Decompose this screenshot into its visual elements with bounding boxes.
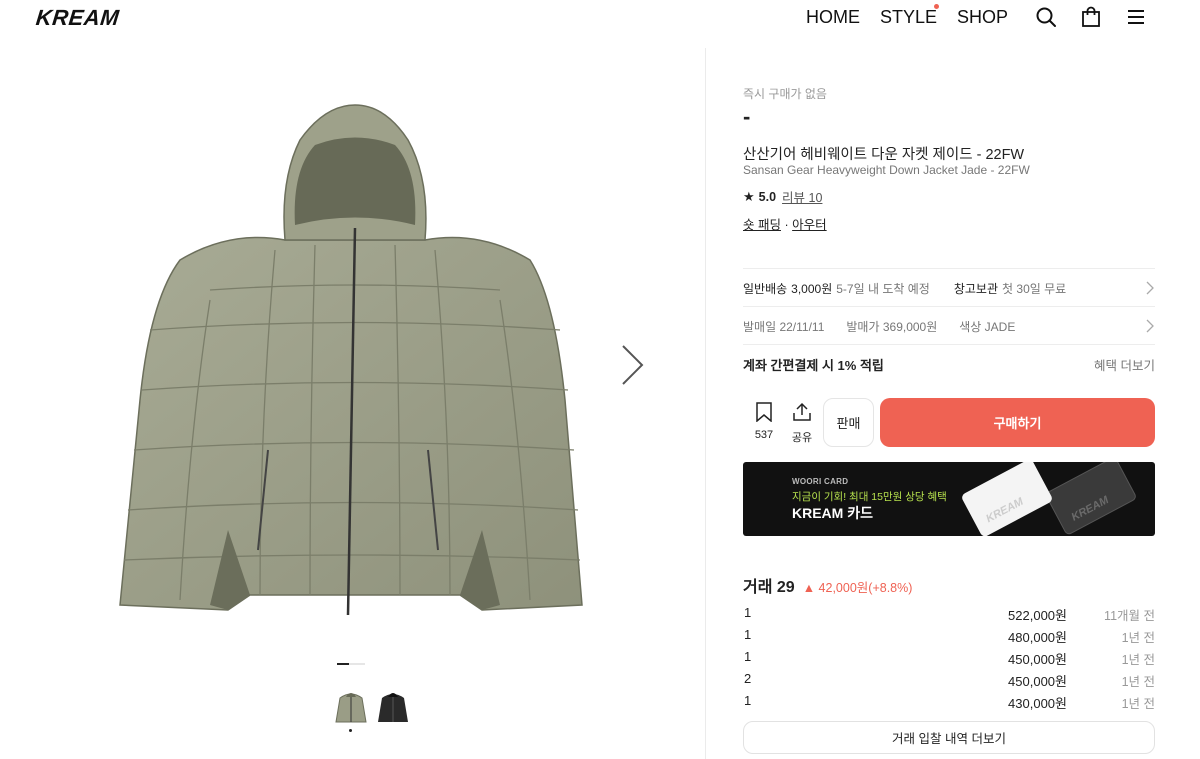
banner-promo-text: 지금이 기회! 최대 15만원 상당 혜택 — [792, 491, 947, 503]
retail-price: 발매가 369,000원 — [846, 319, 938, 334]
share-label: 공유 — [791, 432, 813, 444]
shipping-fee: 3,000원 — [791, 281, 833, 296]
wishlist-button[interactable]: 537 — [748, 402, 780, 446]
triangle-up-icon: ▲ — [802, 581, 816, 595]
trade-price: 450,000원 — [1008, 652, 1067, 667]
instant-price-value: - — [743, 104, 751, 129]
trade-qty: 1 — [744, 627, 752, 642]
trade-qty: 1 — [744, 605, 752, 620]
black-card-image: KREAM — [1044, 462, 1138, 536]
review-link[interactable]: 리뷰 10 — [782, 187, 822, 206]
trade-qty: 1 — [744, 693, 752, 708]
price-change: ▲ 42,000원(+8.8%) — [803, 577, 913, 596]
instant-price-label: 즉시 구매가 없음 — [743, 87, 827, 101]
share-button[interactable]: 공유 — [786, 402, 818, 446]
payment-benefit-row: 계좌 간편결제 시 1% 적립 혜택 더보기 — [743, 345, 1155, 383]
search-icon[interactable] — [1035, 6, 1057, 28]
card-logo-text: KREAM — [1069, 494, 1111, 524]
tag-short-padding[interactable]: 숏 패딩 — [743, 218, 781, 232]
new-indicator-dot — [934, 4, 939, 9]
trade-time: 1년 전 — [1121, 697, 1155, 711]
trade-price: 480,000원 — [1008, 630, 1067, 645]
trade-price: 430,000원 — [1008, 696, 1067, 711]
trade-time: 1년 전 — [1121, 653, 1155, 667]
chevron-right-icon — [1146, 281, 1154, 295]
nav-style[interactable]: STYLE — [880, 7, 937, 28]
share-icon — [793, 402, 811, 421]
nav-home[interactable]: HOME — [806, 7, 860, 28]
olive-jacket-thumbnail[interactable] — [334, 688, 368, 724]
next-image-arrow-icon[interactable] — [618, 343, 646, 387]
trade-qty: 2 — [744, 671, 752, 686]
shipping-eta: 5-7일 내 도착 예정 — [836, 281, 930, 296]
product-image — [119, 104, 583, 616]
trade-price: 450,000원 — [1008, 674, 1067, 689]
buy-button[interactable]: 구매하기 — [880, 398, 1155, 447]
price-change-value: 42,000원(+8.8%) — [818, 581, 913, 595]
thumbnail-selected-dot — [349, 729, 352, 732]
nav-shop[interactable]: SHOP — [957, 7, 1008, 28]
trade-price: 522,000원 — [1008, 608, 1067, 623]
release-date: 발매일 22/11/11 — [743, 319, 825, 334]
storage-label: 창고보관 — [953, 281, 999, 296]
product-title-en: Sansan Gear Heavyweight Down Jacket Jade… — [743, 163, 1030, 177]
trade-row: 1 450,000원 1년 전 — [743, 646, 1155, 668]
bookmark-icon — [756, 402, 772, 423]
trade-row: 1 480,000원 1년 전 — [743, 624, 1155, 646]
trade-qty: 1 — [744, 649, 752, 664]
tag-separator: · — [784, 218, 789, 232]
trade-row: 1 522,000원 11개월 전 — [743, 602, 1155, 624]
payment-promo: 계좌 간편결제 시 1% 적립 — [743, 357, 884, 373]
trade-row: 1 430,000원 1년 전 — [743, 690, 1155, 712]
sell-button[interactable]: 판매 — [823, 398, 874, 447]
kream-logo[interactable]: KREAM — [35, 5, 121, 31]
rating-score: 5.0 — [758, 189, 777, 204]
product-title-ko: 산산기어 헤비웨이트 다운 자켓 제이드 - 22FW — [743, 147, 1025, 163]
trade-header: 거래 29 ▲ 42,000원(+8.8%) — [743, 573, 912, 597]
trade-time: 1년 전 — [1121, 631, 1155, 645]
category-tags: 숏 패딩 · 아우터 — [743, 214, 1155, 233]
benefit-more-link[interactable]: 혜택 더보기 — [1094, 355, 1155, 374]
shipping-info-row[interactable]: 일반배송 3,000원 5-7일 내 도착 예정 창고보관 첫 30일 무료 — [743, 269, 1155, 307]
trade-time: 1년 전 — [1121, 675, 1155, 689]
column-divider — [705, 48, 706, 759]
wishlist-count: 537 — [754, 429, 774, 441]
storage-desc: 첫 30일 무료 — [1002, 281, 1067, 296]
kream-card-banner[interactable]: WOORI CARD 지금이 기회! 최대 15만원 상당 혜택 KREAM 카… — [743, 462, 1155, 536]
card-logo-text: KREAM — [984, 495, 1026, 526]
header: KREAM HOME STYLE SHOP — [0, 0, 1200, 34]
black-jacket-thumbnail[interactable] — [376, 688, 410, 724]
banner-card-issuer: WOORI CARD — [792, 477, 849, 486]
white-card-image: KREAM — [960, 462, 1054, 536]
tag-outer[interactable]: 아우터 — [792, 218, 827, 232]
product-meta-row[interactable]: 발매일 22/11/11 발매가 369,000원 색상 JADE — [743, 307, 1155, 345]
trade-time: 11개월 전 — [1104, 609, 1155, 623]
star-icon: ★ — [743, 188, 755, 204]
shopping-bag-icon[interactable] — [1080, 6, 1102, 28]
shipping-label: 일반배송 — [743, 281, 788, 296]
chevron-right-icon — [1146, 319, 1154, 333]
trade-row: 2 450,000원 1년 전 — [743, 668, 1155, 690]
color-info: 색상 JADE — [959, 319, 1016, 334]
rating: ★ 5.0 리뷰 10 — [743, 187, 1155, 206]
trade-count-title: 거래 29 — [743, 579, 795, 596]
gallery-pager-active — [337, 663, 349, 665]
menu-icon[interactable] — [1125, 6, 1147, 28]
more-trade-history-button[interactable]: 거래 입찰 내역 더보기 — [743, 721, 1155, 754]
banner-title: KREAM 카드 — [792, 505, 873, 521]
